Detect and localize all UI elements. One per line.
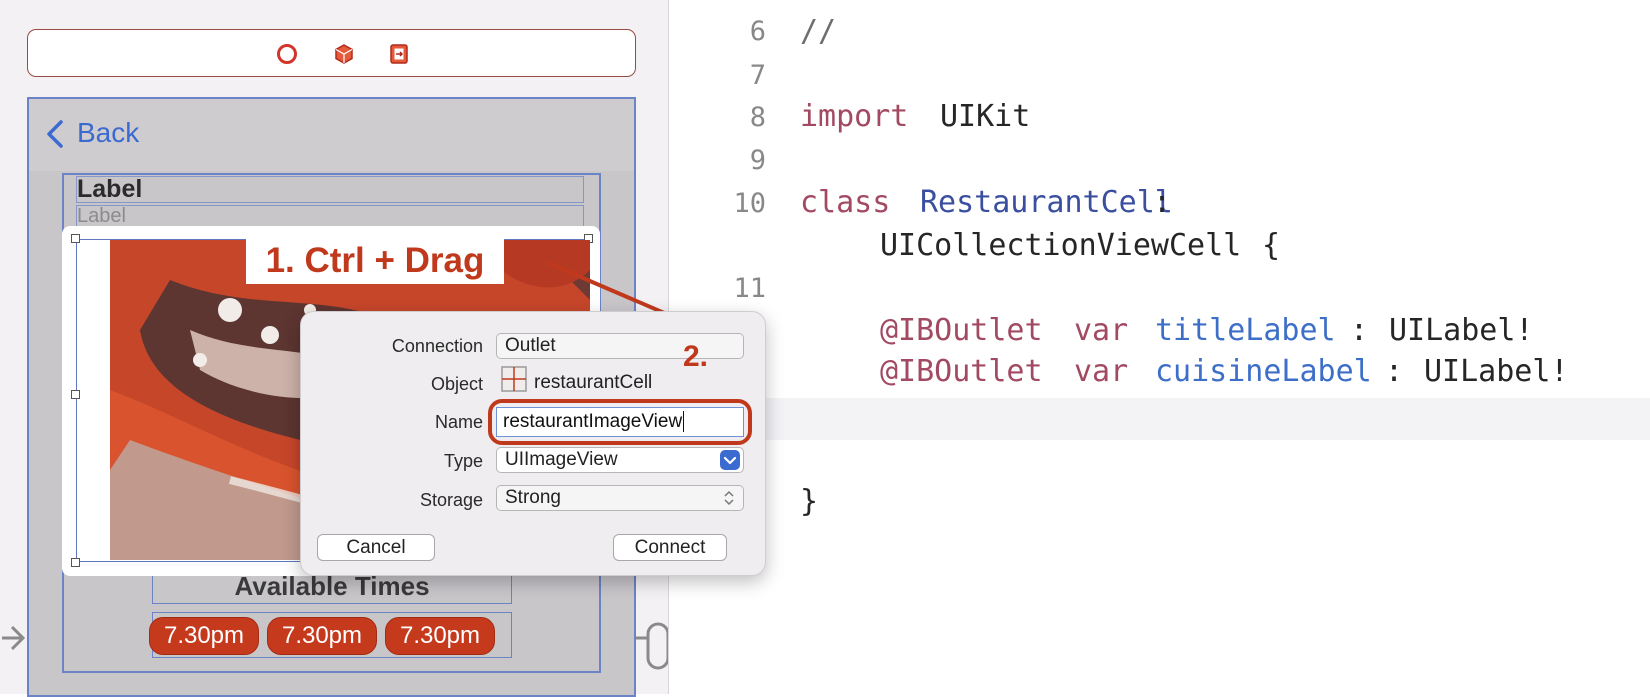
- code-class-name: RestaurantCell: [920, 185, 1173, 220]
- line-number: 6: [749, 16, 766, 47]
- time-slot-button[interactable]: 7.30pm: [267, 617, 377, 655]
- code-keyword-var: var: [1074, 354, 1129, 389]
- cancel-button[interactable]: Cancel: [317, 534, 435, 561]
- code-brace: {: [1262, 228, 1281, 263]
- code-comment: //: [800, 14, 837, 49]
- code-keyword-var: var: [1074, 313, 1129, 348]
- line-number: 8: [749, 102, 766, 133]
- time-slot-button[interactable]: 7.30pm: [385, 617, 495, 655]
- back-chevron-icon[interactable]: [43, 119, 69, 149]
- line-number: 10: [733, 188, 766, 219]
- exit-icon[interactable]: [388, 43, 410, 65]
- segue-connector-icon: [636, 622, 668, 670]
- title-label[interactable]: Label: [76, 176, 584, 203]
- code-keyword-class: class: [800, 185, 891, 220]
- step2-annotation: 2.: [683, 340, 709, 373]
- line-number: 7: [749, 60, 766, 91]
- type-value: UIImageView: [505, 449, 618, 470]
- connection-label: Connection: [391, 336, 483, 356]
- stepper-chevron-icon: [724, 490, 734, 506]
- code-keyword-import: import: [800, 99, 909, 134]
- view-controller-icon[interactable]: [276, 43, 298, 65]
- back-button[interactable]: Back: [77, 117, 139, 149]
- code-brace: }: [800, 484, 819, 519]
- scene-dock: [27, 29, 636, 77]
- code-outlet-title: titleLabel: [1155, 313, 1336, 348]
- object-value: restaurantCell: [534, 372, 653, 393]
- current-line-highlight: [669, 398, 1650, 440]
- storage-value: Strong: [505, 487, 561, 508]
- type-label: Type: [443, 451, 483, 471]
- segue-arrow-icon: [2, 625, 26, 651]
- name-label: Name: [434, 412, 483, 432]
- code-superclass: UICollectionViewCell: [880, 228, 1242, 263]
- line-number: 9: [749, 145, 766, 176]
- object-label: Object: [430, 374, 483, 394]
- type-select[interactable]: UIImageView: [496, 447, 744, 473]
- code-attribute: @IBOutlet: [880, 313, 1043, 348]
- storage-label: Storage: [419, 490, 483, 510]
- navigation-bar: Back: [29, 99, 634, 171]
- storage-select[interactable]: Strong: [496, 485, 744, 511]
- time-slot-button[interactable]: 7.30pm: [149, 617, 259, 655]
- outlet-connection-dialog: Connection Outlet Object restaurantCell …: [300, 311, 766, 576]
- code-attribute: @IBOutlet: [880, 354, 1043, 389]
- connect-button[interactable]: Connect: [613, 534, 727, 561]
- time-slots-stack: 7.30pm 7.30pm 7.30pm: [149, 612, 512, 658]
- name-input-value: restaurantImageView: [503, 411, 683, 432]
- name-input[interactable]: restaurantImageView: [496, 407, 744, 437]
- object-cell-icon: [501, 366, 527, 392]
- step1-annotation: 1. Ctrl + Drag: [246, 238, 504, 284]
- popup-chevron-icon[interactable]: [720, 450, 740, 470]
- connection-value: Outlet: [505, 335, 556, 356]
- line-number: 11: [733, 273, 766, 304]
- code-type: UILabel!: [1389, 313, 1534, 348]
- code-outlet-cuisine: cuisineLabel: [1155, 354, 1372, 389]
- code-type: UILabel!: [1424, 354, 1569, 389]
- cuisine-label[interactable]: Label: [76, 205, 584, 227]
- code-module: UIKit: [940, 99, 1031, 134]
- first-responder-icon[interactable]: [333, 43, 355, 65]
